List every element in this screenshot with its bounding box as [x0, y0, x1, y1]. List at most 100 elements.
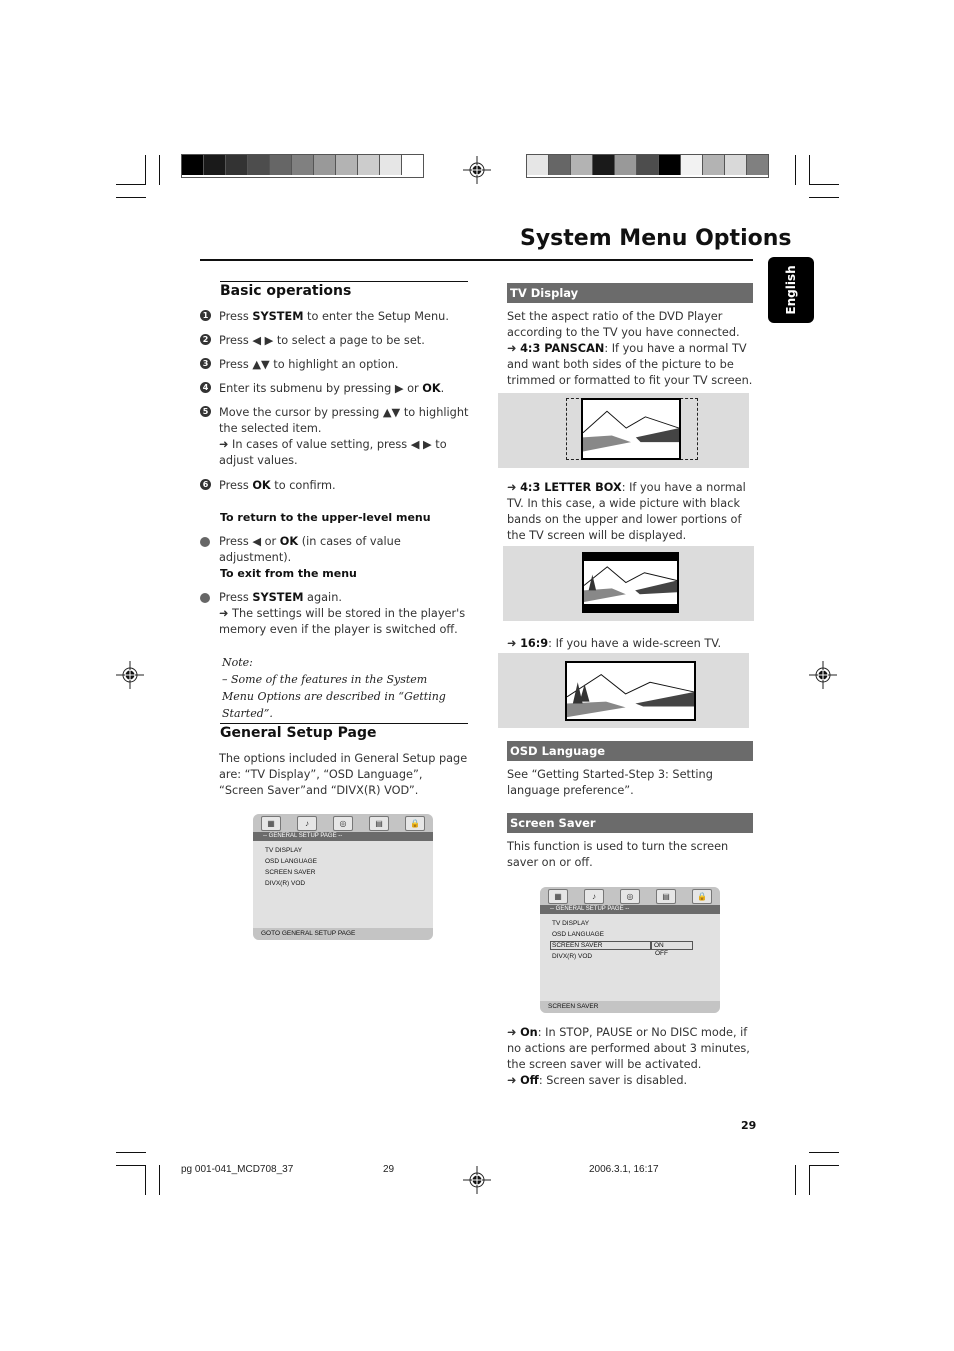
step-number: 6 — [200, 479, 211, 490]
color-swatch — [248, 155, 270, 175]
language-tab-label: English — [784, 265, 798, 315]
color-swatch — [659, 155, 681, 175]
section-divider — [220, 723, 468, 724]
tv-screen-image — [565, 661, 696, 721]
screen-saver-menu-screen: ▦ ♪ ◎ ▤ 🔒 -- GENERAL SETUP PAGE -- TV DI… — [540, 887, 720, 1013]
page-number: 29 — [741, 1119, 757, 1132]
landscape-image-icon — [584, 566, 677, 603]
color-swatch — [703, 155, 725, 175]
return-menu-heading: To return to the upper-level menu — [220, 511, 431, 524]
letterbox-text: ➜ 4:3 LETTER BOX: If you have a normal T… — [507, 481, 746, 542]
step-number: 5 — [200, 406, 211, 417]
registration-mark-icon — [116, 661, 144, 689]
registration-mark-icon — [463, 1166, 491, 1194]
landscape-image-icon — [583, 410, 679, 452]
menu-item: OSD LANGUAGE — [265, 858, 318, 865]
color-swatch — [270, 155, 292, 175]
color-swatch — [549, 155, 571, 175]
color-swatch — [402, 155, 423, 175]
color-swatch — [336, 155, 358, 175]
bullet-icon — [200, 593, 210, 603]
step-number: 3 — [200, 358, 211, 369]
section-divider — [220, 281, 468, 282]
color-swatch — [747, 155, 768, 175]
general-setup-icon: ▦ — [261, 815, 281, 831]
menu-icon-bar: ▦ ♪ ◎ ▤ 🔒 — [253, 814, 433, 832]
landscape-image-icon — [567, 673, 694, 718]
audio-setup-icon: ♪ — [297, 815, 317, 831]
registration-mark-icon — [809, 661, 837, 689]
general-setup-menu-screen: ▦ ♪ ◎ ▤ 🔒 -- GENERAL SETUP PAGE -- TV DI… — [253, 814, 433, 940]
general-setup-intro: The options included in General Setup pa… — [219, 752, 468, 797]
menu-footer: GOTO GENERAL SETUP PAGE — [253, 928, 433, 940]
tv-display-heading: TV Display — [507, 283, 753, 303]
video-setup-icon: ◎ — [333, 815, 353, 831]
menu-item: DIVX(R) VOD — [265, 880, 306, 887]
audio-setup-icon: ♪ — [584, 888, 604, 904]
osd-language-heading: OSD Language — [507, 741, 753, 761]
step-number: 1 — [200, 310, 211, 321]
exit-menu-text: Press SYSTEM again. ➜ The settings will b… — [219, 591, 466, 636]
tv-screen-image — [582, 552, 679, 613]
crop-mark — [809, 1165, 839, 1166]
exit-menu-heading: To exit from the menu — [220, 567, 357, 580]
crop-mark — [809, 1152, 839, 1153]
step-text: Move the cursor by pressing ▲▼ to highli… — [219, 406, 469, 467]
step-text: Press ◀ ▶ to select a page to be set. — [219, 334, 425, 347]
crop-mark — [809, 155, 810, 185]
color-calibration-strip-left — [181, 154, 424, 178]
color-swatch — [380, 155, 402, 175]
crop-mark — [795, 1165, 796, 1195]
note-text: – Some of the features in the System Men… — [222, 673, 446, 720]
bullet-icon — [200, 537, 210, 547]
registration-mark-icon — [463, 156, 491, 184]
color-swatch — [725, 155, 747, 175]
menu-option: OFF — [655, 950, 668, 957]
step-number: 2 — [200, 334, 211, 345]
menu-item: DIVX(R) VOD — [552, 953, 593, 960]
return-menu-text: Press ◀ or OK (in cases of value adjustm… — [219, 535, 401, 564]
color-swatch — [637, 155, 659, 175]
color-swatch — [182, 155, 204, 175]
crop-mark — [159, 155, 160, 185]
menu-item: SCREEN SAVER — [265, 869, 316, 876]
step-text: Press SYSTEM to enter the Setup Menu. — [219, 310, 449, 323]
general-setup-heading: General Setup Page — [220, 725, 377, 741]
print-footer-date: 2006.3.1, 16:17 — [589, 1164, 659, 1175]
basic-operations-heading: Basic operations — [220, 283, 352, 299]
preference-icon: ▤ — [369, 815, 389, 831]
color-swatch — [204, 155, 226, 175]
menu-item-selected: SCREEN SAVER — [550, 941, 651, 950]
color-swatch — [527, 155, 549, 175]
video-setup-icon: ◎ — [620, 888, 640, 904]
crop-mark — [159, 1165, 160, 1195]
screen-saver-text: This function is used to turn the screen… — [507, 840, 729, 869]
tv-display-intro: Set the aspect ratio of the DVD Player a… — [507, 310, 740, 339]
crop-mark — [116, 197, 146, 198]
screen-saver-off-text: ➜ Off: Screen saver is disabled. — [507, 1074, 688, 1087]
preference-icon: ▤ — [656, 888, 676, 904]
color-swatch — [681, 155, 703, 175]
menu-option-selected: ON — [651, 941, 693, 950]
osd-language-text: See “Getting Started-Step 3: Setting lan… — [507, 768, 713, 797]
crop-mark — [116, 1165, 146, 1166]
crop-mark — [809, 184, 839, 185]
color-calibration-strip-right — [526, 154, 769, 178]
password-lock-icon: 🔒 — [692, 888, 712, 904]
color-swatch — [226, 155, 248, 175]
color-swatch — [571, 155, 593, 175]
color-swatch — [292, 155, 314, 175]
letterbox-illustration — [503, 546, 754, 621]
screen-saver-on-text: ➜ On: In STOP, PAUSE or No DISC mode, if… — [507, 1026, 750, 1071]
panscan-illustration — [498, 393, 749, 468]
crop-mark — [809, 197, 839, 198]
crop-mark — [145, 155, 146, 185]
tv-screen-image — [581, 398, 681, 460]
panscan-text: ➜ 4:3 PANSCAN: If you have a normal TV a… — [507, 342, 753, 387]
menu-item: TV DISPLAY — [265, 847, 303, 854]
print-footer-file: pg 001-041_MCD708_37 — [181, 1164, 294, 1175]
color-swatch — [593, 155, 615, 175]
menu-icon-bar: ▦ ♪ ◎ ▤ 🔒 — [540, 887, 720, 905]
step-text: Press OK to confirm. — [219, 479, 336, 492]
note-label: Note: — [222, 656, 253, 669]
